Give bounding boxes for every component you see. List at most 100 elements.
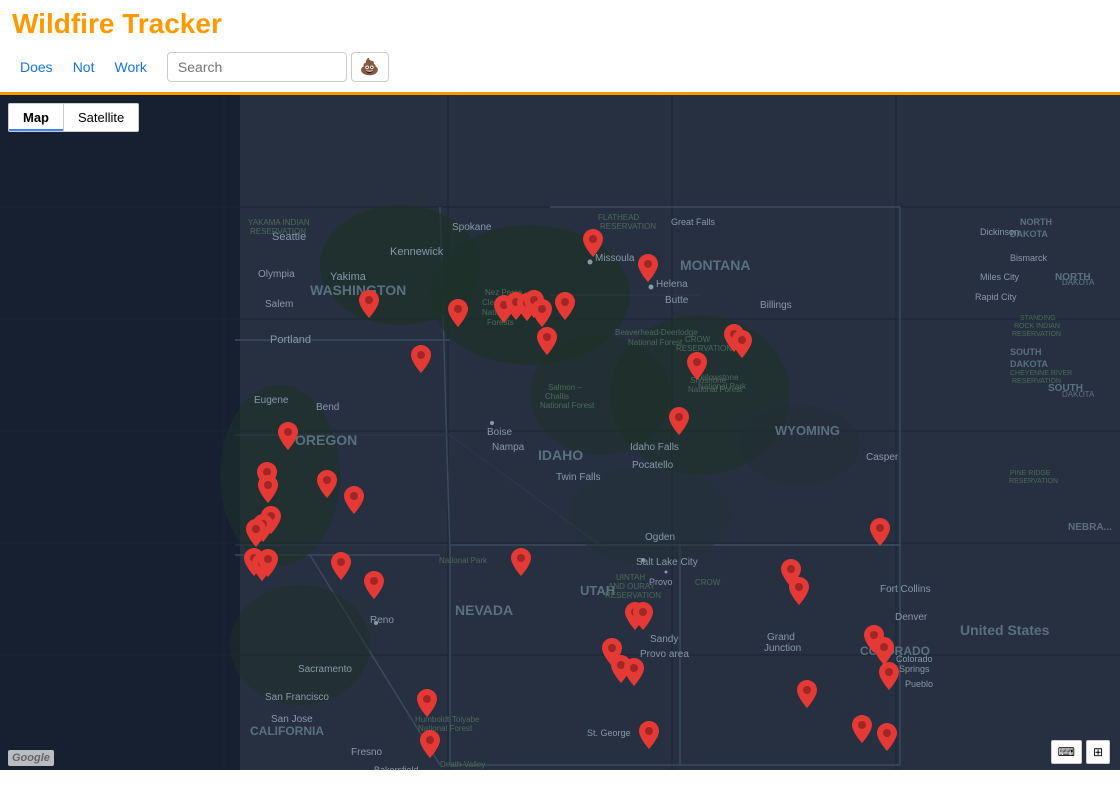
svg-text:Spokane: Spokane [452, 222, 492, 233]
fire-pin[interactable] [633, 602, 653, 635]
svg-text:Rapid City: Rapid City [975, 292, 1017, 302]
svg-text:National Forest: National Forest [628, 338, 683, 347]
svg-text:Idaho Falls: Idaho Falls [630, 442, 679, 453]
svg-text:Salem: Salem [265, 299, 293, 310]
fire-pin[interactable] [583, 229, 603, 262]
svg-text:Helena: Helena [656, 279, 688, 290]
fire-pin[interactable] [344, 486, 364, 519]
svg-text:Springs: Springs [899, 664, 930, 674]
header: Wildfire Tracker Does Not Work 💩 [0, 0, 1120, 95]
google-logo: Google [8, 750, 54, 766]
map-controls[interactable]: ⌨ ⊞ [1051, 740, 1110, 764]
svg-text:Butte: Butte [665, 295, 689, 306]
map-container: Portland Eugene Bend Yakima Kennewick Ol… [0, 95, 1120, 770]
svg-text:Billings: Billings [760, 300, 792, 311]
fire-pin[interactable] [669, 407, 689, 440]
fire-pin[interactable] [448, 299, 468, 332]
svg-text:NEVADA: NEVADA [455, 602, 513, 618]
poop-button[interactable]: 💩 [351, 52, 389, 82]
svg-text:DAKOTA: DAKOTA [1062, 278, 1095, 287]
svg-text:NEBRA...: NEBRA... [1068, 522, 1112, 533]
svg-text:AND OURAY: AND OURAY [608, 582, 656, 591]
svg-text:Salt Lake City: Salt Lake City [636, 557, 698, 568]
svg-text:RESERVATION: RESERVATION [600, 222, 656, 231]
map-background: Portland Eugene Bend Yakima Kennewick Ol… [0, 95, 1120, 770]
svg-text:Bismarck: Bismarck [1010, 253, 1048, 263]
fire-pin[interactable] [555, 292, 575, 325]
fire-pin[interactable] [364, 571, 384, 604]
svg-text:Colorado: Colorado [896, 654, 933, 664]
fire-pin[interactable] [511, 548, 531, 581]
fire-pin[interactable] [359, 290, 379, 323]
svg-text:National Park: National Park [443, 769, 492, 770]
svg-text:San Francisco: San Francisco [265, 692, 329, 703]
fire-pin[interactable] [417, 689, 437, 722]
svg-text:DAKOTA: DAKOTA [1010, 359, 1048, 369]
fire-pin[interactable] [789, 577, 809, 610]
svg-text:WYOMING: WYOMING [775, 423, 840, 438]
fire-pin[interactable] [732, 330, 752, 363]
fire-pin[interactable] [638, 254, 658, 287]
svg-text:IDAHO: IDAHO [538, 447, 583, 463]
fire-pin[interactable] [639, 721, 659, 754]
fire-pin[interactable] [258, 475, 278, 508]
svg-text:Reno: Reno [370, 615, 394, 626]
svg-text:Miles City: Miles City [980, 272, 1020, 282]
svg-text:National Forest: National Forest [540, 401, 595, 410]
svg-text:Boise: Boise [487, 427, 512, 438]
svg-text:OREGON: OREGON [295, 432, 357, 448]
fire-pin[interactable] [258, 549, 278, 582]
map-toggle-button[interactable]: Map [9, 104, 63, 131]
svg-text:Beaverhead-Deerlodge: Beaverhead-Deerlodge [615, 328, 698, 337]
svg-text:Bend: Bend [316, 402, 339, 413]
svg-text:Pocatello: Pocatello [632, 460, 674, 471]
terms-button[interactable]: ⊞ [1086, 740, 1110, 764]
svg-text:RESERVATION: RESERVATION [605, 591, 661, 600]
fire-pin[interactable] [420, 730, 440, 763]
svg-text:STANDING: STANDING [1020, 315, 1056, 322]
fire-pin[interactable] [537, 327, 557, 360]
svg-text:CHEYENNE RIVER: CHEYENNE RIVER [1010, 370, 1072, 377]
keyboard-shortcut-button[interactable]: ⌨ [1051, 740, 1082, 764]
fire-pin[interactable] [687, 352, 707, 385]
svg-text:Dickinson: Dickinson [980, 227, 1019, 237]
svg-text:Twin Falls: Twin Falls [556, 472, 600, 483]
svg-text:Provo area: Provo area [640, 649, 689, 660]
svg-text:DAKOTA: DAKOTA [1062, 390, 1095, 399]
fire-pin[interactable] [624, 658, 644, 691]
nav-link-not[interactable]: Not [65, 55, 103, 79]
svg-text:NORTH: NORTH [1020, 217, 1052, 227]
svg-text:Fresno: Fresno [351, 747, 383, 758]
svg-text:Bakersfield: Bakersfield [374, 765, 419, 770]
fire-pin[interactable] [797, 680, 817, 713]
svg-text:United States: United States [960, 622, 1050, 638]
svg-text:Kennewick: Kennewick [390, 246, 444, 258]
map-view-toggle[interactable]: Map Satellite [8, 103, 139, 132]
svg-text:CALIFORNIA: CALIFORNIA [250, 724, 324, 738]
svg-text:National Park: National Park [439, 556, 488, 565]
fire-pin[interactable] [870, 518, 890, 551]
svg-text:RESERVATION: RESERVATION [1009, 478, 1058, 485]
fire-pin[interactable] [317, 470, 337, 503]
svg-text:Great Falls: Great Falls [671, 217, 716, 227]
nav-bar: Does Not Work 💩 [12, 46, 1108, 88]
fire-pin[interactable] [411, 345, 431, 378]
svg-text:Junction: Junction [764, 643, 801, 654]
svg-text:Grand: Grand [767, 632, 795, 643]
satellite-toggle-button[interactable]: Satellite [64, 104, 138, 131]
svg-text:Olympia: Olympia [258, 269, 295, 280]
fire-pin[interactable] [331, 552, 351, 585]
nav-link-work[interactable]: Work [106, 55, 154, 79]
search-input[interactable] [167, 52, 347, 82]
svg-text:PINE RIDGE: PINE RIDGE [1010, 470, 1051, 477]
svg-text:Sacramento: Sacramento [298, 664, 352, 675]
svg-text:RESERVATION: RESERVATION [1012, 331, 1061, 338]
nav-link-does[interactable]: Does [12, 55, 61, 79]
app-title: Wildfire Tracker [12, 8, 1108, 40]
svg-text:Nampa: Nampa [492, 442, 525, 453]
svg-text:SOUTH: SOUTH [1010, 347, 1042, 357]
fire-pin[interactable] [879, 662, 899, 695]
fire-pin[interactable] [877, 723, 897, 756]
fire-pin[interactable] [852, 715, 872, 748]
fire-pin[interactable] [278, 422, 298, 455]
